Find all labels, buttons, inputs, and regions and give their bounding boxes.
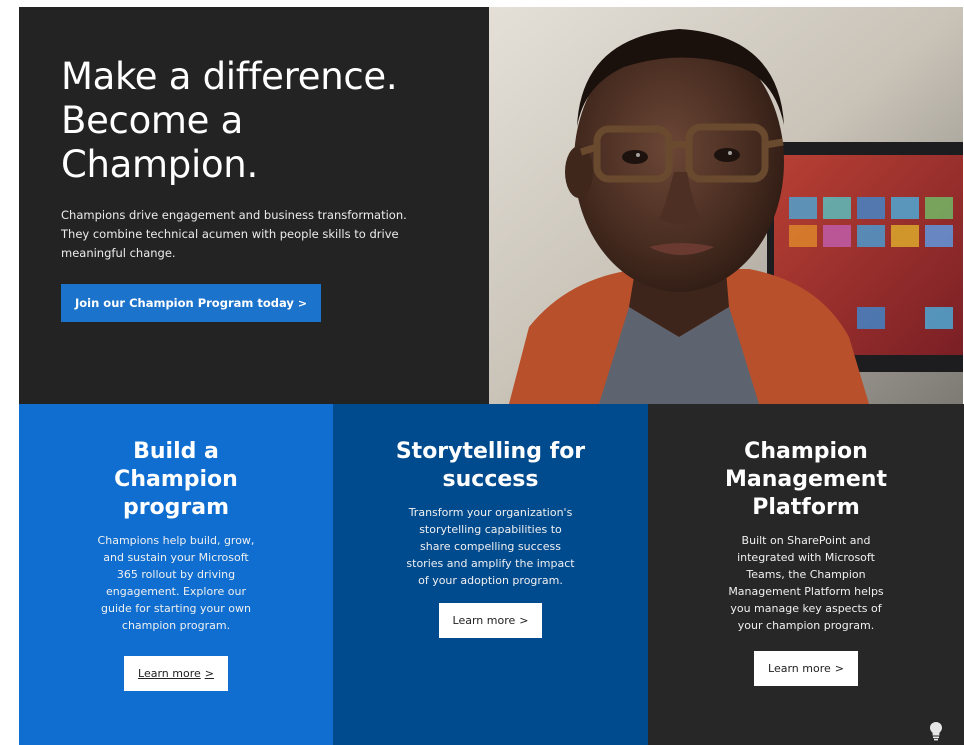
- hero-title-line: Become a: [61, 99, 243, 142]
- hero-title: Make a difference. Become a Champion.: [61, 55, 461, 187]
- tile-description-line: stories and amplify the impact: [406, 557, 575, 570]
- tile-description-line: Built on SharePoint and: [741, 534, 871, 547]
- tile-title-line: Champion: [114, 467, 238, 492]
- tile-champion-management-platform: Champion Management Platform Built on Sh…: [648, 404, 964, 745]
- learn-more-label: Learn more: [138, 667, 201, 680]
- tile-description-line: engagement. Explore our: [106, 585, 246, 598]
- tile-description-line: share compelling success: [420, 540, 561, 553]
- tile-description-line: Champions help build, grow,: [97, 534, 255, 547]
- join-champion-program-label: Join our Champion Program today: [75, 296, 294, 310]
- tile-title-line: Champion: [744, 439, 868, 464]
- hero-section: Make a difference. Become a Champion. Ch…: [19, 7, 963, 404]
- chevron-right-icon: >: [204, 667, 214, 680]
- tile-title-line: program: [122, 495, 230, 520]
- tile-description-line: and sustain your Microsoft: [103, 551, 249, 564]
- tile-title: Champion Management Platform: [691, 438, 921, 522]
- chevron-right-icon: >: [297, 297, 308, 310]
- learn-more-button[interactable]: Learn more >: [438, 603, 543, 638]
- tile-title: Build a Champion program: [61, 438, 291, 522]
- champion-portrait-image: [489, 7, 963, 404]
- learn-more-button[interactable]: Learn more >: [124, 656, 228, 691]
- tile-description-line: Transform your organization's: [408, 506, 573, 519]
- tile-description-line: 365 rollout by driving: [116, 568, 236, 581]
- tile-title-line: success: [442, 467, 539, 492]
- tile-description-line: Teams, the Champion: [746, 568, 866, 581]
- hero-title-line: Make a difference.: [61, 55, 398, 98]
- lightbulb-icon[interactable]: [929, 721, 943, 741]
- tile-title-line: Build a: [133, 439, 219, 464]
- chevron-right-icon: >: [519, 614, 529, 627]
- tile-title: Storytelling for success: [376, 438, 606, 494]
- join-champion-program-button[interactable]: Join our Champion Program today >: [61, 284, 322, 322]
- tile-build-champion-program: Build a Champion program Champions help …: [19, 404, 333, 745]
- chevron-right-icon: >: [834, 662, 844, 675]
- tile-description-line: Management Platform helps: [728, 585, 884, 598]
- tile-description-line: guide for starting your own: [101, 602, 251, 615]
- tile-description-line: you manage key aspects of: [730, 602, 882, 615]
- page: Make a difference. Become a Champion. Ch…: [0, 0, 964, 745]
- tile-description-line: storytelling capabilities to: [419, 523, 562, 536]
- tile-description-line: champion program.: [121, 619, 231, 632]
- hero-photo: [489, 7, 963, 404]
- tile-description-line: integrated with Microsoft: [737, 551, 875, 564]
- tile-description: Built on SharePoint and integrated with …: [706, 532, 906, 634]
- tile-description: Transform your organization's storytelli…: [386, 504, 596, 589]
- learn-more-label: Learn more: [452, 614, 516, 627]
- hero-description: Champions drive engagement and business …: [61, 208, 407, 260]
- tile-storytelling-for-success: Storytelling for success Transform your …: [333, 404, 648, 745]
- tile-description-line: of your adoption program.: [418, 574, 563, 587]
- learn-more-label: Learn more: [768, 662, 831, 675]
- hero-text: Make a difference. Become a Champion. Ch…: [61, 55, 461, 322]
- tile-title-line: Storytelling for: [395, 439, 586, 464]
- hero-title-line: Champion.: [61, 143, 258, 186]
- tile-title-line: Management: [725, 467, 887, 492]
- tile-title-line: Platform: [752, 495, 860, 520]
- learn-more-button[interactable]: Learn more >: [754, 651, 858, 686]
- tile-description-line: your champion program.: [737, 619, 875, 632]
- tile-description: Champions help build, grow, and sustain …: [66, 532, 286, 634]
